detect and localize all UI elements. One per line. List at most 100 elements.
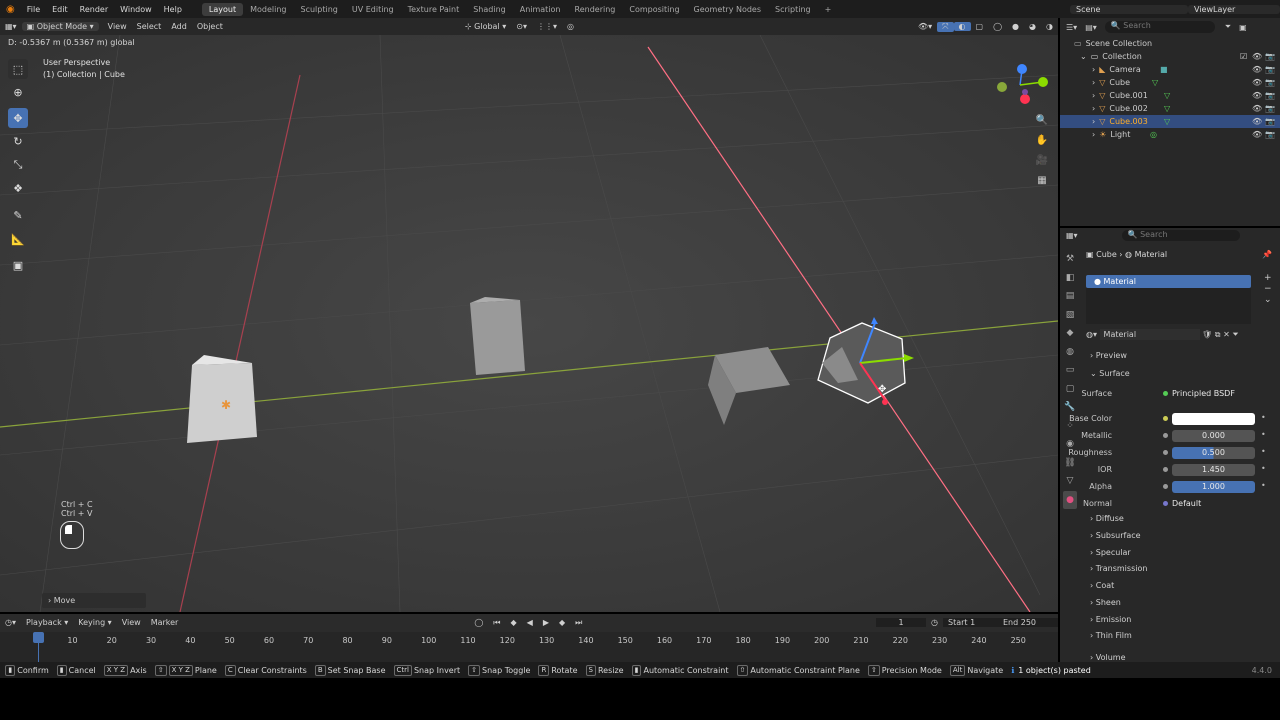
surface-shader-value[interactable]: Principled BSDF (1172, 389, 1235, 398)
add-slot-icon[interactable]: + (1264, 273, 1272, 284)
chevron-right-icon[interactable]: › (1092, 91, 1095, 100)
alpha-field[interactable]: 1.000 (1172, 481, 1255, 493)
proportional-edit-icon[interactable]: ◎ (562, 22, 579, 31)
tab-compositing[interactable]: Compositing (622, 3, 686, 16)
play-reverse-icon[interactable]: ◀ (522, 618, 538, 627)
cursor-tool-icon[interactable]: ⊕ (8, 82, 28, 102)
slot-menu-icon[interactable]: ⌄ (1264, 295, 1272, 306)
section-sheen[interactable]: › Sheen (1090, 598, 1121, 607)
menu-timeline-view[interactable]: View (117, 618, 146, 627)
mode-selector[interactable]: ▣ Object Mode ▾ (21, 22, 99, 31)
camera-render-icon[interactable]: 📷 (1265, 130, 1275, 139)
section-thin-film[interactable]: › Thin Film (1090, 631, 1132, 640)
eye-icon[interactable]: 👁 (1252, 130, 1262, 139)
scene-selector[interactable]: Scene (1070, 4, 1188, 14)
cube-mesh[interactable]: ✱ (187, 355, 257, 443)
shading-material-icon[interactable]: ◕ (1024, 22, 1041, 31)
tab-geometry-nodes[interactable]: Geometry Nodes (687, 3, 768, 16)
material-browse-icon[interactable]: ◍▾ (1086, 330, 1097, 339)
add-cube-tool-icon[interactable]: ▣ (8, 255, 28, 275)
shading-wireframe-icon[interactable]: ◯ (988, 22, 1007, 31)
tab-animation[interactable]: Animation (513, 3, 568, 16)
select-tool-icon[interactable]: ⬚ (8, 59, 28, 79)
remove-slot-icon[interactable]: − (1264, 284, 1272, 295)
chevron-right-icon[interactable]: › (1092, 104, 1095, 113)
scene-tab-icon[interactable]: ◆ (1063, 324, 1077, 343)
funnel-icon[interactable]: ⏷ (1232, 330, 1238, 339)
filter-icon[interactable]: ⏷ (1225, 22, 1231, 32)
checkbox-icon[interactable]: ☑ (1240, 52, 1247, 61)
surface-panel[interactable]: ⌄ Surface (1090, 369, 1130, 378)
snap-icon[interactable]: ⋮⋮▾ (532, 22, 562, 31)
start-frame-field[interactable]: Start 1 (943, 618, 998, 627)
tool-tab-icon[interactable]: ⚒ (1063, 250, 1077, 269)
vector-socket-icon[interactable] (1163, 501, 1168, 506)
zoom-icon[interactable]: 🔍 (1035, 115, 1049, 129)
chevron-down-icon[interactable]: ⌄ (1080, 52, 1087, 61)
tab-shading[interactable]: Shading (466, 3, 513, 16)
transform-tool-icon[interactable]: ❖ (8, 178, 28, 198)
normal-value[interactable]: Default (1172, 499, 1201, 508)
chevron-right-icon[interactable]: › (1092, 78, 1095, 87)
menu-view[interactable]: View (103, 22, 132, 31)
chevron-right-icon[interactable]: › (1092, 117, 1095, 126)
grid-view-icon[interactable]: ▦ (1035, 175, 1049, 189)
color-socket-icon[interactable] (1163, 416, 1168, 421)
3d-viewport[interactable]: ✱ ✥ D: -0.5367 m (0.5367 m) global User … (0, 35, 1058, 612)
menu-window[interactable]: Window (114, 5, 158, 14)
output-tab-icon[interactable]: ▤ (1063, 287, 1077, 306)
outliner-collection[interactable]: ⌄ ▭ Collection ☑ 👁 📷 (1060, 50, 1280, 63)
outliner-scene-collection[interactable]: ▭ Scene Collection (1060, 37, 1280, 50)
section-subsurface[interactable]: › Subsurface (1090, 531, 1141, 540)
auto-keying-icon[interactable]: ◯ (469, 618, 488, 627)
eye-icon[interactable]: 👁 (1252, 104, 1262, 113)
value-socket-icon[interactable] (1163, 433, 1168, 438)
next-keyframe-icon[interactable]: ◆ (554, 618, 570, 627)
pivot-icon[interactable]: ⊙▾ (511, 22, 532, 31)
section-specular[interactable]: › Specular (1090, 548, 1131, 557)
keyframe-dot-icon[interactable]: • (1261, 464, 1266, 473)
camera-render-icon[interactable]: 📷 (1265, 91, 1275, 100)
shader-socket-icon[interactable] (1163, 391, 1168, 396)
shading-solid-icon[interactable]: ● (1007, 22, 1024, 31)
camera-render-icon[interactable]: 📷 (1265, 65, 1275, 74)
tab-layout[interactable]: Layout (201, 2, 244, 16)
tab-sculpting[interactable]: Sculpting (294, 3, 345, 16)
chevron-right-icon[interactable]: › (1092, 130, 1095, 139)
view-layer-tab-icon[interactable]: ▧ (1063, 306, 1077, 325)
menu-keying[interactable]: Keying ▾ (73, 618, 116, 627)
tab-uv-editing[interactable]: UV Editing (345, 3, 401, 16)
jump-start-icon[interactable]: ⏮ (488, 618, 505, 628)
cube-001-mesh[interactable] (470, 297, 525, 375)
preview-panel[interactable]: › Preview (1090, 351, 1127, 360)
ior-field[interactable]: 1.450 (1172, 464, 1255, 476)
overlay-toggle-icon[interactable]: ◐ (953, 22, 971, 31)
section-diffuse[interactable]: › Diffuse (1090, 514, 1124, 523)
pin-icon[interactable]: 📌 (1262, 250, 1272, 259)
value-socket-icon[interactable] (1163, 467, 1168, 472)
keyframe-dot-icon[interactable]: • (1261, 447, 1266, 456)
outliner-item-cube-002[interactable]: › ▽ Cube.002 ▽ 👁 📷 (1060, 102, 1280, 115)
eye-icon[interactable]: 👁 (1252, 91, 1262, 100)
annotate-tool-icon[interactable]: ✎ (8, 205, 28, 225)
outliner-search-input[interactable]: 🔍 Search (1104, 21, 1215, 33)
camera-view-icon[interactable]: 🎥 (1035, 155, 1049, 169)
prev-keyframe-icon[interactable]: ◆ (506, 618, 522, 627)
display-mode-icon[interactable]: ▤▾ (1085, 23, 1097, 32)
visibility-icon[interactable]: 👁▾ (913, 22, 937, 31)
chevron-right-icon[interactable]: › (1092, 65, 1095, 74)
tab-texture-paint[interactable]: Texture Paint (401, 3, 467, 16)
unlink-icon[interactable]: ✕ (1223, 330, 1230, 339)
render-tab-icon[interactable]: ◧ (1063, 269, 1077, 288)
menu-help[interactable]: Help (158, 5, 188, 14)
outliner-item-camera[interactable]: › ◣ Camera ■ 👁 📷 (1060, 63, 1280, 76)
camera-render-icon[interactable]: 📷 (1265, 78, 1275, 87)
properties-editor-icon[interactable]: ▦▾ (1066, 231, 1078, 240)
eye-icon[interactable]: 👁 (1252, 117, 1262, 126)
keyframe-dot-icon[interactable]: • (1261, 481, 1266, 490)
material-name-field[interactable]: Material (1099, 329, 1200, 340)
current-frame-field[interactable]: 1 (876, 618, 927, 627)
material-slot-list-item[interactable]: ● Material (1086, 275, 1251, 288)
orientation-selector[interactable]: ⊹ Global ▾ (460, 22, 511, 31)
menu-add[interactable]: Add (166, 22, 192, 31)
